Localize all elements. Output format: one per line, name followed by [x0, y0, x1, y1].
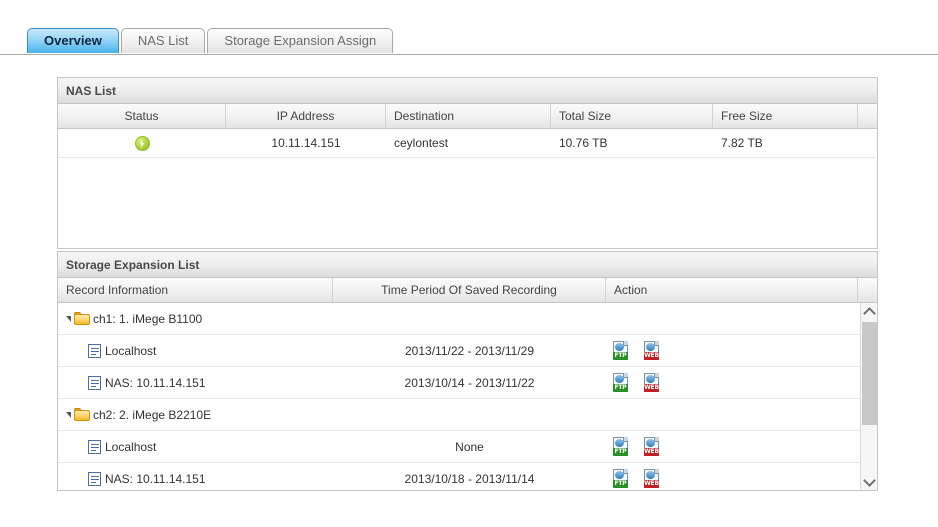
- storage-expansion-list-panel: Storage Expansion List Record Informatio…: [57, 251, 878, 491]
- tree-group-record-cell: ch2: 2. iMege B2210E: [58, 408, 333, 422]
- ftp-download-icon[interactable]: FTP: [612, 469, 629, 488]
- folder-icon: [74, 312, 90, 325]
- nas-list-panel: NAS List Status IP Address Destination T…: [57, 77, 878, 249]
- web-download-icon[interactable]: WEB: [643, 437, 660, 456]
- tree-leaf-time-period: 2013/11/22 - 2013/11/29: [405, 343, 534, 358]
- list-item[interactable]: Localhost None FTP WEB: [58, 431, 877, 463]
- list-item[interactable]: NAS: 10.11.14.151 2013/10/14 - 2013/11/2…: [58, 367, 877, 399]
- web-icon-label: WEB: [644, 480, 659, 488]
- tree-leaf-label: Localhost: [105, 343, 157, 358]
- storage-header-row: Record Information Time Period Of Saved …: [58, 278, 877, 303]
- tab-nas-list-label: NAS List: [137, 33, 189, 48]
- tree-leaf-action-cell: FTP WEB: [606, 469, 858, 488]
- nas-column-spacer: [858, 104, 877, 128]
- record-doc-icon: [88, 343, 101, 358]
- nas-cell-status: [58, 129, 226, 157]
- web-icon-label: WEB: [644, 448, 659, 456]
- nas-column-ip-address[interactable]: IP Address: [226, 104, 386, 128]
- tree-leaf-label: Localhost: [105, 439, 157, 454]
- scroll-up-arrow-icon[interactable]: [861, 303, 877, 320]
- ftp-download-icon[interactable]: FTP: [612, 373, 629, 392]
- tree-leaf-time-period: 2013/10/18 - 2013/11/14: [404, 471, 535, 486]
- nas-list-empty-area: [58, 158, 877, 245]
- scroll-down-arrow-icon[interactable]: [861, 473, 877, 490]
- tree-group-record-cell: ch1: 1. iMege B1100: [58, 312, 333, 326]
- storage-column-record-information[interactable]: Record Information: [58, 278, 333, 302]
- tree-group-label: ch1: 1. iMege B1100: [93, 311, 203, 326]
- nas-cell-spacer: [858, 129, 877, 157]
- storage-column-action[interactable]: Action: [606, 278, 858, 302]
- chevron-collapse-icon[interactable]: [66, 411, 71, 418]
- nas-list-header-row: Status IP Address Destination Total Size…: [58, 104, 877, 129]
- tree-leaf-time-period: 2013/10/14 - 2013/11/22: [404, 375, 535, 390]
- nas-column-status[interactable]: Status: [58, 104, 226, 128]
- nas-cell-ip-address: 10.11.14.151: [271, 136, 341, 150]
- ftp-download-icon[interactable]: FTP: [612, 437, 629, 456]
- tree-leaf-record-cell: Localhost: [58, 439, 333, 454]
- nas-column-destination[interactable]: Destination: [386, 104, 551, 128]
- nas-cell-destination: ceylontest: [394, 136, 449, 150]
- list-item[interactable]: Localhost 2013/11/22 - 2013/11/29 FTP WE…: [58, 335, 877, 367]
- tree-leaf-record-cell: NAS: 10.11.14.151: [58, 471, 333, 486]
- nas-cell-free-size: 7.82 TB: [721, 136, 763, 150]
- storage-expansion-panel-title: Storage Expansion List: [58, 252, 877, 278]
- nas-list-panel-title: NAS List: [58, 78, 877, 104]
- tree-leaf-label: NAS: 10.11.14.151: [105, 471, 206, 486]
- folder-icon: [74, 408, 90, 421]
- ftp-icon-label: FTP: [613, 448, 628, 456]
- tree-leaf-label: NAS: 10.11.14.151: [105, 375, 206, 390]
- tree-leaf-action-cell: FTP WEB: [606, 437, 858, 456]
- storage-column-spacer: [858, 278, 877, 302]
- list-item[interactable]: ch1: 1. iMege B1100: [58, 303, 877, 335]
- tree-leaf-action-cell: FTP WEB: [606, 373, 858, 392]
- web-download-icon[interactable]: WEB: [643, 469, 660, 488]
- tab-bar: Overview NAS List Storage Expansion Assi…: [0, 28, 938, 55]
- tab-strip: Overview NAS List Storage Expansion Assi…: [27, 28, 394, 53]
- web-download-icon[interactable]: WEB: [643, 341, 660, 360]
- ftp-download-icon[interactable]: FTP: [612, 341, 629, 360]
- nas-column-total-size[interactable]: Total Size: [551, 104, 713, 128]
- record-doc-icon: [88, 439, 101, 454]
- storage-expansion-body: ch1: 1. iMege B1100 Localhost 2013/11/22…: [58, 303, 877, 490]
- tree-leaf-record-cell: NAS: 10.11.14.151: [58, 375, 333, 390]
- tree-leaf-action-cell: FTP WEB: [606, 341, 858, 360]
- ftp-icon-label: FTP: [613, 352, 628, 360]
- tree-leaf-time-period: None: [455, 439, 484, 454]
- tab-storage-expansion-assign-label: Storage Expansion Assign: [224, 33, 377, 48]
- tab-storage-expansion-assign[interactable]: Storage Expansion Assign: [207, 28, 394, 53]
- ftp-icon-label: FTP: [613, 480, 628, 488]
- power-bolt-icon: [134, 136, 150, 152]
- storage-vertical-scrollbar[interactable]: [860, 303, 877, 490]
- nas-column-free-size[interactable]: Free Size: [713, 104, 858, 128]
- tree-group-label: ch2: 2. iMege B2210E: [93, 407, 212, 422]
- scrollbar-thumb[interactable]: [862, 322, 877, 425]
- tree-leaf-record-cell: Localhost: [58, 343, 333, 358]
- tab-overview-label: Overview: [44, 33, 102, 48]
- nas-cell-total-size: 10.76 TB: [559, 136, 608, 150]
- record-doc-icon: [88, 375, 101, 390]
- nas-list-body: 10.11.14.151 ceylontest 10.76 TB 7.82 TB: [58, 129, 877, 245]
- list-item[interactable]: NAS: 10.11.14.151 2013/10/18 - 2013/11/1…: [58, 463, 877, 490]
- list-item[interactable]: ch2: 2. iMege B2210E: [58, 399, 877, 431]
- table-row[interactable]: 10.11.14.151 ceylontest 10.76 TB 7.82 TB: [58, 129, 877, 158]
- chevron-collapse-icon[interactable]: [66, 315, 71, 322]
- storage-column-time-period[interactable]: Time Period Of Saved Recording: [333, 278, 606, 302]
- tab-overview[interactable]: Overview: [27, 28, 119, 53]
- ftp-icon-label: FTP: [613, 384, 628, 392]
- record-doc-icon: [88, 471, 101, 486]
- web-icon-label: WEB: [644, 384, 659, 392]
- web-icon-label: WEB: [644, 352, 659, 360]
- tab-nas-list[interactable]: NAS List: [120, 28, 206, 53]
- web-download-icon[interactable]: WEB: [643, 373, 660, 392]
